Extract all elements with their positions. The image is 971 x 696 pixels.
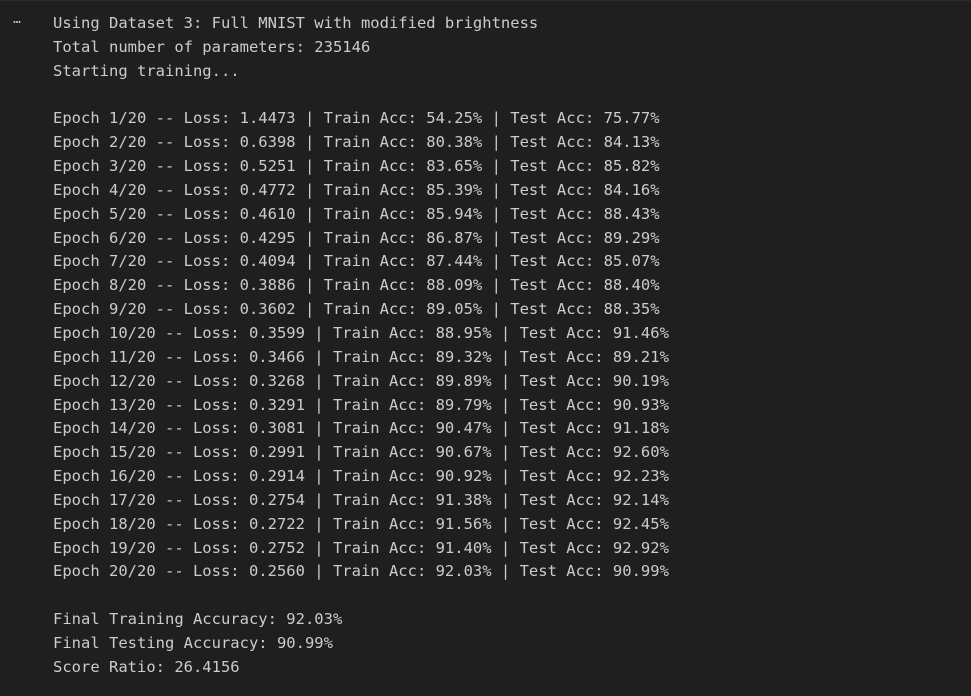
output-blank-line [53,84,669,108]
output-text: Using Dataset 3: Full MNIST with modifie… [53,12,669,680]
epoch-line-11: Epoch 11/20 -- Loss: 0.3466 | Train Acc:… [53,347,669,366]
epoch-line-5: Epoch 5/20 -- Loss: 0.4610 | Train Acc: … [53,204,660,223]
epoch-line-19: Epoch 19/20 -- Loss: 0.2752 | Train Acc:… [53,538,669,557]
summary-line-train-acc: Final Training Accuracy: 92.03% [53,610,343,629]
epoch-line-2: Epoch 2/20 -- Loss: 0.6398 | Train Acc: … [53,133,660,152]
epoch-line-18: Epoch 18/20 -- Loss: 0.2722 | Train Acc:… [53,514,669,533]
output-line-dataset: Using Dataset 3: Full MNIST with modifie… [53,14,539,32]
summary-line-score-ratio: Score Ratio: 26.4156 [53,657,240,676]
epoch-line-6: Epoch 6/20 -- Loss: 0.4295 | Train Acc: … [53,228,660,247]
epoch-line-17: Epoch 17/20 -- Loss: 0.2754 | Train Acc:… [53,490,669,509]
output-line-parameters: Total number of parameters: 235146 [53,37,371,56]
epoch-line-7: Epoch 7/20 -- Loss: 0.4094 | Train Acc: … [53,252,660,271]
epoch-line-14: Epoch 14/20 -- Loss: 0.3081 | Train Acc:… [53,419,669,438]
epoch-line-3: Epoch 3/20 -- Loss: 0.5251 | Train Acc: … [53,157,660,176]
epoch-line-13: Epoch 13/20 -- Loss: 0.3291 | Train Acc:… [53,395,669,414]
epoch-line-9: Epoch 9/20 -- Loss: 0.3602 | Train Acc: … [53,300,660,319]
more-actions-icon[interactable]: ⋯ [6,13,28,33]
summary-line-test-acc: Final Testing Accuracy: 90.99% [53,633,333,652]
notebook-output-cell: ⋯ Using Dataset 3: Full MNIST with modif… [0,0,971,696]
epoch-line-12: Epoch 12/20 -- Loss: 0.3268 | Train Acc:… [53,371,669,390]
output-blank-line [53,584,669,608]
epoch-line-15: Epoch 15/20 -- Loss: 0.2991 | Train Acc:… [53,443,669,462]
epoch-line-8: Epoch 8/20 -- Loss: 0.3886 | Train Acc: … [53,276,660,295]
epoch-line-1: Epoch 1/20 -- Loss: 1.4473 | Train Acc: … [53,109,660,128]
epoch-line-10: Epoch 10/20 -- Loss: 0.3599 | Train Acc:… [53,323,669,342]
output-line-starting: Starting training... [53,61,240,80]
epoch-line-4: Epoch 4/20 -- Loss: 0.4772 | Train Acc: … [53,180,660,199]
epoch-line-20: Epoch 20/20 -- Loss: 0.2560 | Train Acc:… [53,562,669,581]
epoch-line-16: Epoch 16/20 -- Loss: 0.2914 | Train Acc:… [53,467,669,486]
